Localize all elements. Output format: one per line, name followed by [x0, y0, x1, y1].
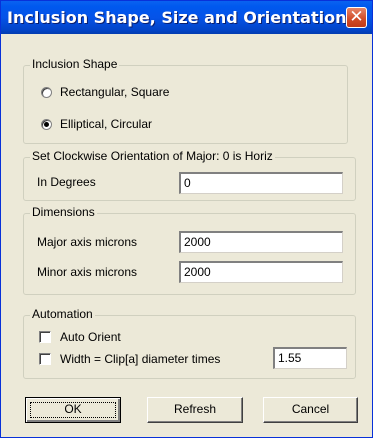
minor-axis-label: Minor axis microns [37, 265, 138, 279]
refresh-button[interactable]: Refresh [147, 397, 243, 423]
dialog-window: Inclusion Shape, Size and Orientation ✕ … [0, 0, 373, 438]
major-axis-label: Major axis microns [37, 235, 138, 249]
inclusion-shape-legend: Inclusion Shape [30, 57, 120, 71]
orientation-legend: Set Clockwise Orientation of Major: 0 is… [30, 149, 275, 163]
auto-orient-checkbox[interactable] [39, 331, 51, 343]
cancel-button[interactable]: Cancel [263, 397, 358, 423]
degrees-input[interactable]: 0 [179, 172, 343, 194]
width-label[interactable]: Width = Clip[a] diameter times [60, 352, 220, 366]
title-bar[interactable]: Inclusion Shape, Size and Orientation ✕ [1, 1, 372, 34]
width-checkbox[interactable] [39, 353, 51, 365]
close-button[interactable]: ✕ [346, 7, 367, 28]
radio-rectangular-label[interactable]: Rectangular, Square [60, 85, 169, 99]
major-axis-input[interactable]: 2000 [179, 231, 343, 253]
radio-elliptical[interactable] [41, 119, 52, 130]
ok-button-label: OK [64, 402, 82, 416]
degrees-label: In Degrees [37, 175, 96, 189]
automation-legend: Automation [30, 307, 95, 321]
cancel-button-label: Cancel [291, 402, 330, 416]
radio-elliptical-label[interactable]: Elliptical, Circular [60, 117, 152, 131]
refresh-button-label: Refresh [173, 402, 217, 416]
minor-axis-input[interactable]: 2000 [179, 261, 343, 283]
radio-rectangular[interactable] [41, 87, 52, 98]
dimensions-legend: Dimensions [30, 205, 97, 219]
ok-button[interactable]: OK [25, 397, 121, 423]
window-title: Inclusion Shape, Size and Orientation [7, 8, 347, 27]
radio-selected-dot [44, 122, 49, 127]
close-icon: ✕ [349, 7, 364, 27]
inclusion-shape-group: Inclusion Shape [23, 57, 348, 144]
width-multiplier-input[interactable]: 1.55 [273, 347, 347, 369]
auto-orient-label[interactable]: Auto Orient [60, 330, 121, 344]
